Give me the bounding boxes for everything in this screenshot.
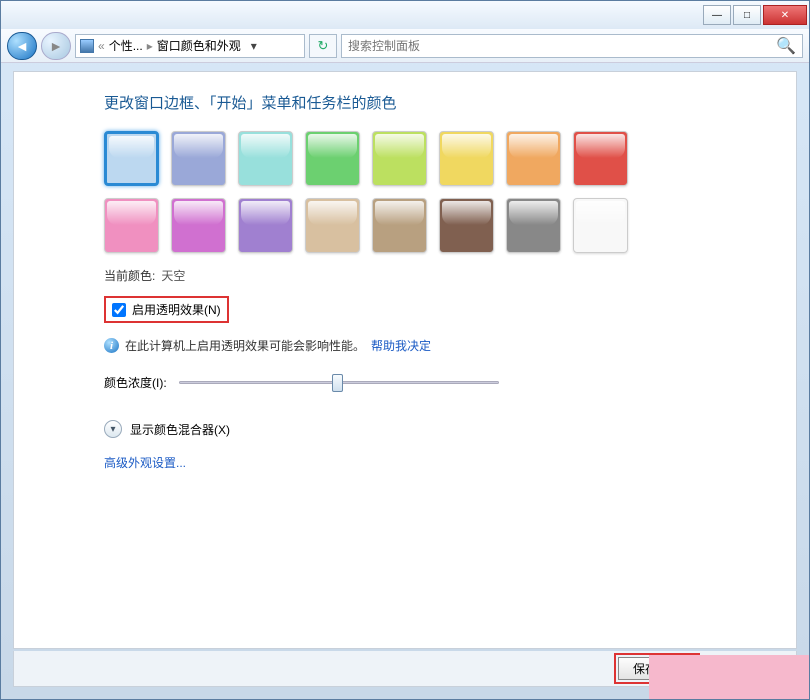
color-mixer-expander[interactable]: ▾ 显示颜色混合器(X) <box>104 420 706 438</box>
gloss-overlay <box>375 134 424 158</box>
transparency-checkbox-row[interactable]: 启用透明效果(N) <box>104 296 229 323</box>
search-input[interactable] <box>348 39 776 53</box>
color-swatch-9[interactable] <box>171 198 226 253</box>
breadcrumb-sep: ▸ <box>147 39 153 53</box>
navigation-bar: ◄ ► « 个性... ▸ 窗口颜色和外观 ▾ ↻ 🔍 <box>1 29 809 63</box>
refresh-button[interactable]: ↻ <box>309 34 337 58</box>
titlebar: — □ ✕ <box>1 1 809 29</box>
breadcrumb-2[interactable]: 窗口颜色和外观 <box>157 37 241 54</box>
color-swatch-4[interactable] <box>372 131 427 186</box>
advanced-appearance-link[interactable]: 高级外观设置... <box>104 454 706 471</box>
gloss-overlay <box>509 134 558 158</box>
intensity-row: 颜色浓度(I): <box>104 372 706 392</box>
current-color-label: 当前颜色: <box>104 267 155 284</box>
overlay-watermark <box>649 655 809 699</box>
color-swatch-13[interactable] <box>439 198 494 253</box>
breadcrumb-sep: « <box>98 39 105 53</box>
info-row: i 在此计算机上启用透明效果可能会影响性能。 帮助我决定 <box>104 337 706 354</box>
help-link[interactable]: 帮助我决定 <box>371 337 431 354</box>
gloss-overlay <box>375 201 424 225</box>
page-title: 更改窗口边框、「开始」菜单和任务栏的颜色 <box>104 92 706 113</box>
chevron-down-icon: ▾ <box>104 420 122 438</box>
color-swatch-12[interactable] <box>372 198 427 253</box>
color-swatch-5[interactable] <box>439 131 494 186</box>
gloss-overlay <box>174 134 223 158</box>
gloss-overlay <box>109 136 154 158</box>
address-dropdown[interactable]: ▾ <box>245 39 263 53</box>
gloss-overlay <box>241 134 290 158</box>
content-pane: 更改窗口边框、「开始」菜单和任务栏的颜色 当前颜色: 天空 启用透明效果(N) … <box>13 71 797 649</box>
color-swatch-0[interactable] <box>104 131 159 186</box>
minimize-button[interactable]: — <box>703 5 731 25</box>
transparency-checkbox-label: 启用透明效果(N) <box>132 301 221 318</box>
color-swatch-8[interactable] <box>104 198 159 253</box>
gloss-overlay <box>442 201 491 225</box>
control-panel-icon <box>80 39 94 53</box>
gloss-overlay <box>308 201 357 225</box>
current-color-value: 天空 <box>161 267 185 284</box>
gloss-overlay <box>241 201 290 225</box>
breadcrumb-1[interactable]: 个性... <box>109 37 143 54</box>
color-mixer-label: 显示颜色混合器(X) <box>130 421 230 438</box>
gloss-overlay <box>576 134 625 158</box>
intensity-label: 颜色浓度(I): <box>104 374 167 391</box>
window: — □ ✕ ◄ ► « 个性... ▸ 窗口颜色和外观 ▾ ↻ 🔍 更改窗口边框… <box>0 0 810 700</box>
gloss-overlay <box>509 201 558 225</box>
maximize-button[interactable]: □ <box>733 5 761 25</box>
color-swatch-2[interactable] <box>238 131 293 186</box>
gloss-overlay <box>174 201 223 225</box>
color-swatch-3[interactable] <box>305 131 360 186</box>
search-box[interactable]: 🔍 <box>341 34 803 58</box>
info-text: 在此计算机上启用透明效果可能会影响性能。 <box>125 337 365 354</box>
search-icon[interactable]: 🔍 <box>776 36 796 56</box>
slider-thumb[interactable] <box>332 374 343 392</box>
gloss-overlay <box>107 201 156 225</box>
info-icon: i <box>104 338 119 353</box>
current-color-row: 当前颜色: 天空 <box>104 267 706 284</box>
color-swatch-6[interactable] <box>506 131 561 186</box>
color-swatch-15[interactable] <box>573 198 628 253</box>
color-swatch-14[interactable] <box>506 198 561 253</box>
gloss-overlay <box>308 134 357 158</box>
close-button[interactable]: ✕ <box>763 5 807 25</box>
transparency-checkbox[interactable] <box>112 303 126 317</box>
color-swatch-11[interactable] <box>305 198 360 253</box>
color-swatch-1[interactable] <box>171 131 226 186</box>
intensity-slider[interactable] <box>179 372 499 392</box>
color-swatch-10[interactable] <box>238 198 293 253</box>
forward-button[interactable]: ► <box>41 32 71 60</box>
back-button[interactable]: ◄ <box>7 32 37 60</box>
color-swatch-grid <box>104 131 664 253</box>
color-swatch-7[interactable] <box>573 131 628 186</box>
gloss-overlay <box>576 201 625 225</box>
address-bar[interactable]: « 个性... ▸ 窗口颜色和外观 ▾ <box>75 34 305 58</box>
gloss-overlay <box>442 134 491 158</box>
